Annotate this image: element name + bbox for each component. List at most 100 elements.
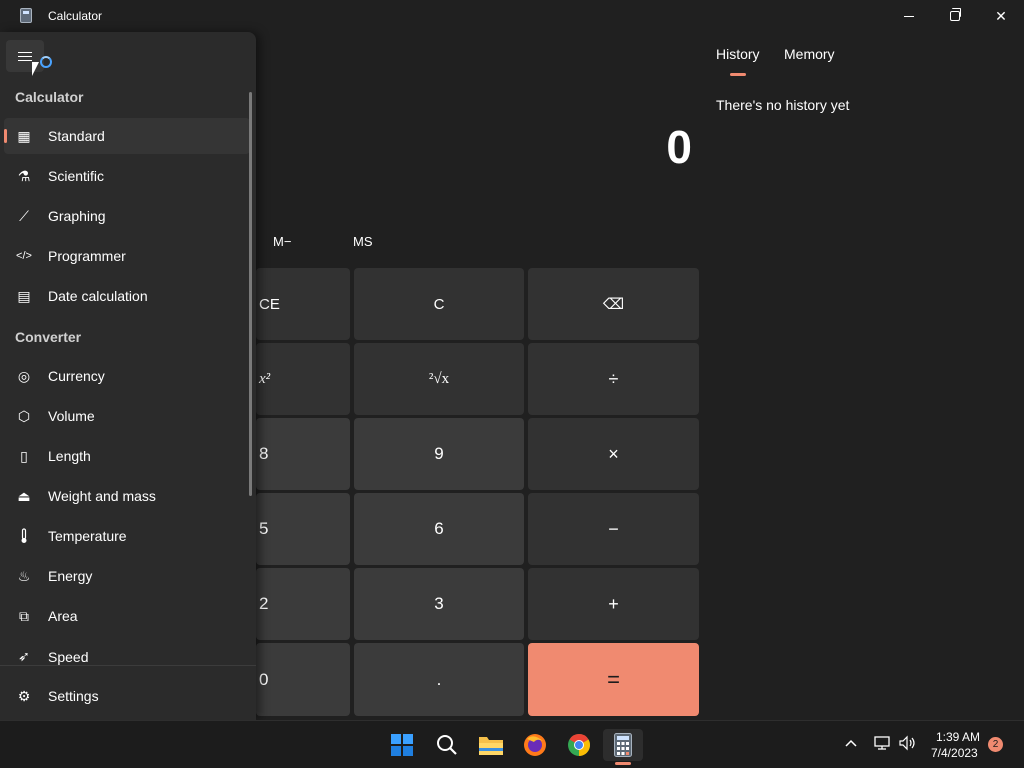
equals-button[interactable]: = [528, 643, 699, 716]
chrome-button[interactable] [559, 729, 599, 761]
speed-icon: ➶ [18, 647, 30, 664]
nav-item-settings[interactable]: ⚙ Settings [4, 678, 250, 714]
thermometer-icon [16, 528, 32, 544]
volume-icon [899, 735, 915, 751]
gear-icon: ⚙ [17, 687, 31, 704]
nav-item-date-calculation[interactable]: ▤ Date calculation [4, 278, 250, 314]
calculator-main: 0 M− MS CE C ⌫ x² ²√x ÷ 8 9 × 5 6 − 2 3 … [256, 32, 702, 720]
digit-2-button[interactable]: 2 [256, 568, 350, 640]
busy-cursor-icon [40, 56, 52, 68]
clock-date[interactable]: 7/4/2023 [931, 746, 978, 760]
nav-item-label: Speed [48, 649, 89, 665]
nav-item-label: Standard [48, 128, 105, 144]
history-tab-indicator [730, 73, 746, 76]
nav-item-label: Temperature [48, 528, 127, 544]
network-icon [874, 736, 890, 750]
firefox-button[interactable] [515, 729, 555, 761]
digit-8-button[interactable]: 8 [256, 418, 350, 490]
taskbar-search-button[interactable] [427, 729, 467, 761]
nav-scrollbar[interactable] [249, 92, 252, 496]
calculator-app-icon [614, 733, 632, 757]
currency-icon: ◎ [17, 367, 31, 384]
backspace-icon: ⌫ [602, 296, 625, 313]
nav-item-energy[interactable]: ♨ Energy [4, 558, 250, 594]
nav-item-temperature[interactable]: Temperature [4, 518, 250, 554]
file-explorer-icon [479, 737, 503, 755]
nav-item-length[interactable]: ▯ Length [4, 438, 250, 474]
nav-item-label: Scientific [48, 168, 105, 184]
clock-time[interactable]: 1:39 AM [936, 730, 980, 744]
show-hidden-icons-button[interactable] [845, 735, 857, 751]
close-button[interactable]: ✕ [978, 0, 1024, 32]
nav-item-label: Volume [48, 408, 95, 424]
area-icon: ⧉ [19, 607, 29, 624]
weight-icon: ⏏ [17, 487, 31, 504]
nav-divider [0, 665, 256, 666]
nav-item-weight-and-mass[interactable]: ⏏ Weight and mass [4, 478, 250, 514]
file-explorer-button[interactable] [471, 729, 511, 761]
search-icon [437, 735, 457, 755]
history-empty-message: There's no history yet [716, 97, 850, 113]
restore-icon [950, 8, 961, 21]
digit-0-button[interactable]: 0 [256, 643, 350, 716]
digit-3-button[interactable]: 3 [354, 568, 524, 640]
nav-item-standard[interactable]: ▦ Standard [4, 118, 250, 154]
network-button[interactable] [874, 735, 892, 754]
nav-item-speed[interactable]: ➶ Speed [4, 638, 250, 666]
ruler-icon: ▯ [20, 447, 28, 464]
divide-button[interactable]: ÷ [528, 343, 699, 415]
minimize-button[interactable] [886, 0, 932, 32]
mouse-pointer-icon [32, 62, 39, 76]
square-button[interactable]: x² [256, 343, 350, 415]
backspace-button[interactable]: ⌫ [528, 268, 699, 340]
taskbar: 1:39 AM 7/4/2023 2 [0, 720, 1024, 768]
result-display: 0 [666, 121, 692, 173]
digit-9-button[interactable]: 9 [354, 418, 524, 490]
start-menu-icon [391, 734, 413, 756]
nav-item-volume[interactable]: ⬡ Volume [4, 398, 250, 434]
calculator-taskbar-button[interactable] [603, 729, 643, 761]
clear-button[interactable]: C [354, 268, 524, 340]
volume-button[interactable] [898, 735, 916, 754]
calculator-app-icon [20, 8, 32, 23]
code-icon: </> [16, 250, 32, 262]
add-button[interactable]: + [528, 568, 699, 640]
calculator-icon: ▦ [17, 127, 31, 144]
converter-section-heading: Converter [15, 329, 82, 345]
nav-item-currency[interactable]: ◎ Currency [4, 358, 250, 394]
nav-item-graphing[interactable]: ⟋ Graphing [4, 198, 250, 234]
navigation-pane: Calculator ▦ Standard ⚗ Scientific ⟋ Gra… [0, 32, 256, 720]
square-root-button[interactable]: ²√x [354, 343, 524, 415]
restore-button[interactable] [932, 0, 978, 32]
digit-5-button[interactable]: 5 [256, 493, 350, 565]
nav-item-label: Settings [48, 688, 99, 704]
subtract-button[interactable]: − [528, 493, 699, 565]
hamburger-menu-icon [18, 51, 32, 53]
digit-6-button[interactable]: 6 [354, 493, 524, 565]
chevron-up-icon [845, 739, 857, 747]
multiply-button[interactable]: × [528, 418, 699, 490]
nav-item-area[interactable]: ⧉ Area [4, 598, 250, 634]
nav-item-label: Date calculation [48, 288, 148, 304]
window-title: Calculator [48, 9, 103, 23]
chrome-icon [568, 734, 590, 756]
nav-item-programmer[interactable]: </> Programmer [4, 238, 250, 274]
memory-store-button[interactable]: MS [353, 234, 373, 249]
clear-entry-button[interactable]: CE [256, 268, 350, 340]
nav-item-label: Weight and mass [48, 488, 156, 504]
nav-item-label: Energy [48, 568, 93, 584]
notification-badge[interactable]: 2 [988, 737, 1003, 752]
nav-item-label: Graphing [48, 208, 106, 224]
tab-history[interactable]: History [716, 46, 760, 62]
nav-item-label: Programmer [48, 248, 126, 264]
firefox-icon [524, 734, 546, 756]
start-button[interactable] [382, 729, 422, 761]
cube-icon: ⬡ [17, 407, 31, 424]
tab-memory[interactable]: Memory [784, 46, 835, 62]
nav-item-label: Area [48, 608, 78, 624]
nav-item-scientific[interactable]: ⚗ Scientific [4, 158, 250, 194]
calculator-section-heading: Calculator [15, 89, 84, 105]
decimal-button[interactable]: . [354, 643, 524, 716]
title-bar: Calculator ✕ [0, 0, 1024, 32]
memory-subtract-button[interactable]: M− [273, 234, 291, 249]
